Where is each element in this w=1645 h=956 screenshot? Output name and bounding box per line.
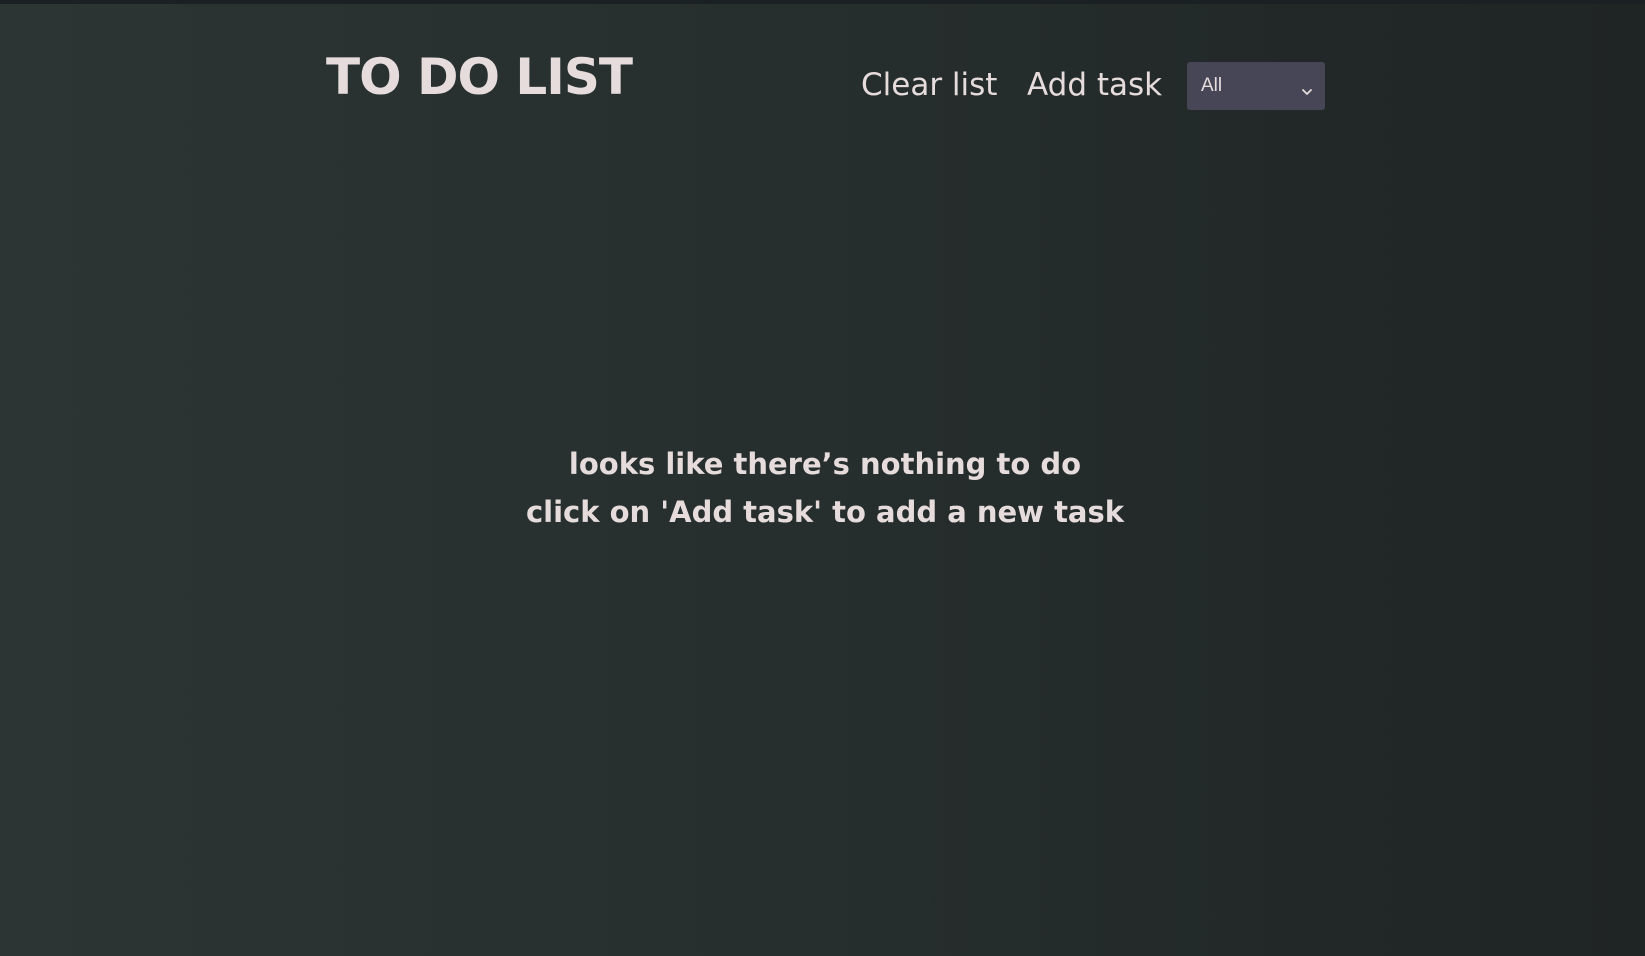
- add-task-button[interactable]: Add task: [1027, 60, 1162, 110]
- filter-select[interactable]: All: [1187, 62, 1325, 110]
- clear-list-button[interactable]: Clear list: [861, 60, 997, 110]
- chevron-down-icon: [1302, 82, 1312, 95]
- empty-state-line-1: looks like there’s nothing to do: [568, 447, 1082, 481]
- empty-state: looks like there’s nothing to do click o…: [0, 440, 1645, 536]
- page-title: TO DO LIST: [326, 48, 633, 106]
- app-header: TO DO LIST Clear list Add task All: [0, 0, 1645, 175]
- empty-state-line-2: click on 'Add task' to add a new task: [525, 495, 1125, 529]
- filter-selected-value: All: [1201, 75, 1223, 96]
